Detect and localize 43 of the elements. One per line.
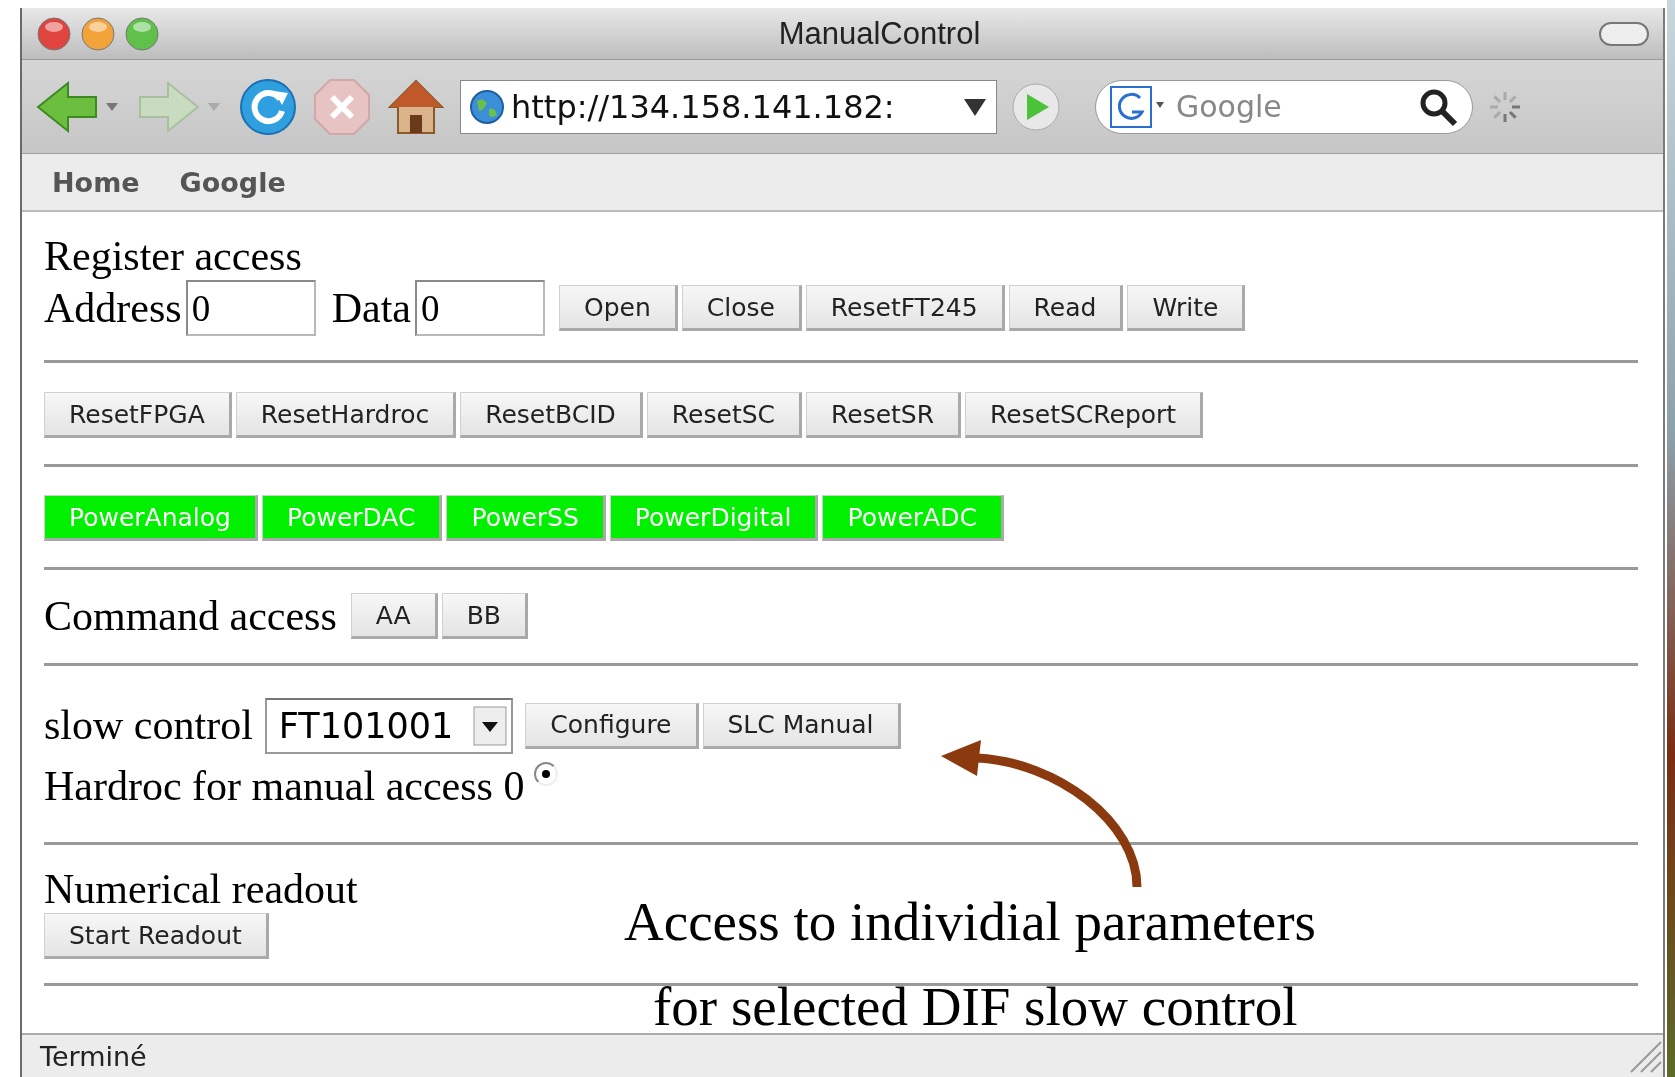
radio-button[interactable] [534,761,559,786]
button[interactable]: Read [1008,285,1124,332]
input-field[interactable]: 0 [185,280,316,337]
stop-icon[interactable] [312,76,372,137]
button[interactable]: ResetFT245 [805,285,1005,332]
annotation-text: Access to individial parameters [624,890,1316,953]
section-heading: Register access [44,232,303,281]
button[interactable]: Write [1127,285,1246,332]
google-g-icon[interactable] [1110,85,1166,128]
button[interactable]: BB [441,593,528,640]
minimize-button[interactable] [80,15,116,52]
search-field[interactable]: Google [1095,79,1473,134]
button[interactable]: ResetBCID [460,392,643,439]
section-label: Command access [44,592,337,641]
zoom-button[interactable] [124,15,160,52]
toolbar-toggle-button[interactable] [1599,20,1649,47]
section-heading: Numerical readout [44,865,359,914]
status-text: Terminé [40,1040,147,1072]
button[interactable]: SLC Manual [702,702,901,749]
dropdown-select[interactable]: FT101001 [264,697,514,754]
field-label: Data [331,284,411,333]
button[interactable]: Configure [525,702,699,749]
window-title: ManualControl [777,15,982,52]
button[interactable]: Close [681,285,802,332]
button[interactable]: ResetSC [646,392,803,439]
globe-icon [469,88,505,125]
reload-icon[interactable] [238,76,298,137]
button[interactable]: AA [350,593,438,640]
input-field[interactable]: 0 [414,280,545,337]
button[interactable]: ResetHardroc [235,392,457,439]
button[interactable]: Open [558,285,678,332]
bookmark-link[interactable]: Home [52,166,140,198]
url-field[interactable]: http://134.158.141.182: [460,79,997,134]
bookmark-link[interactable]: Google [179,166,286,198]
annotation-text: for selected DIF slow control [653,975,1298,1038]
radio-label: Hardroc for manual access 0 [44,762,525,809]
field-label: Address [44,284,182,333]
button[interactable]: ResetFPGA [44,392,232,439]
button[interactable]: ResetSR [806,392,962,439]
section-label: slow control [44,701,253,750]
close-button[interactable] [36,15,72,52]
button[interactable]: Start Readout [44,913,269,960]
button[interactable]: ResetSCReport [965,392,1204,439]
